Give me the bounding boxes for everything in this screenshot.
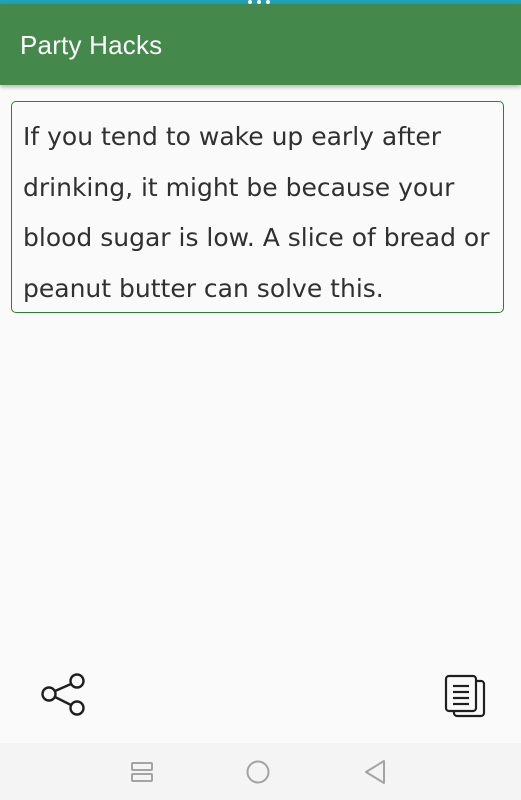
recents-button[interactable] — [129, 759, 155, 785]
back-button[interactable] — [362, 759, 388, 785]
back-icon — [365, 760, 385, 784]
hack-card: If you tend to wake up early after drink… — [11, 101, 504, 313]
home-button[interactable] — [245, 759, 271, 785]
share-icon — [41, 673, 85, 716]
copy-button[interactable] — [442, 674, 488, 718]
copy-icon — [444, 674, 486, 718]
share-button[interactable] — [40, 672, 86, 718]
system-nav-bar — [0, 743, 521, 800]
app-title: Party Hacks — [20, 30, 163, 60]
recents-icon — [131, 762, 153, 782]
hack-text: If you tend to wake up early after drink… — [23, 122, 490, 303]
home-icon — [246, 760, 270, 784]
app-bar: Party Hacks — [0, 4, 521, 85]
